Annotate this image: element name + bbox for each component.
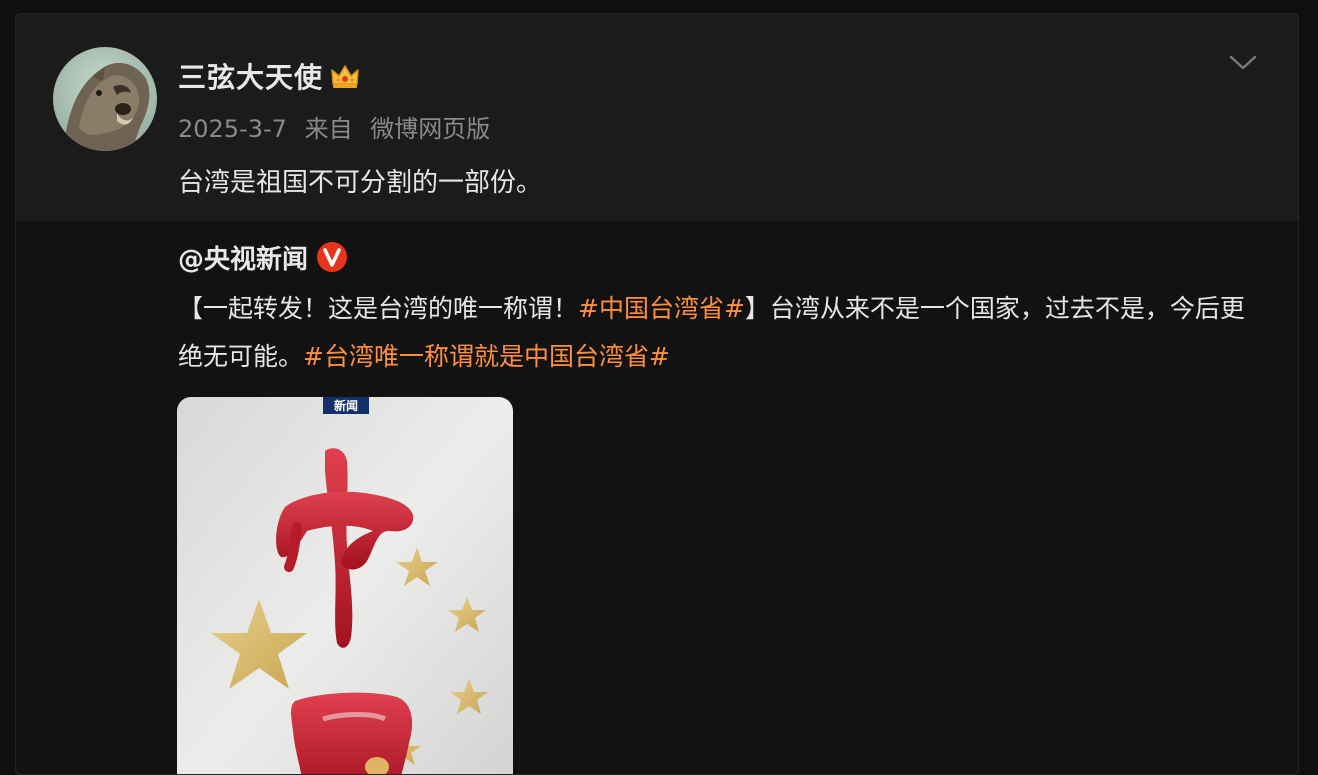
username[interactable]: 三弦大天使 <box>178 56 323 96</box>
chevron-down-icon[interactable] <box>1228 50 1258 74</box>
source-prefix: 来自 <box>304 115 353 143</box>
repost-container[interactable]: @央视新闻 【一起转发！这是台湾的唯一称谓！#中国台湾省#】台湾从来不是一个国家… <box>16 221 1298 774</box>
hashtag-link[interactable]: #中国台湾省# <box>578 294 745 323</box>
weibo-post-card: 三弦大天使 2025-3-7 来自 微博网页版 台湾是祖国不可分割的一部份。 @… <box>15 13 1299 775</box>
crown-icon[interactable] <box>329 60 361 92</box>
repost-author-row: @央视新闻 <box>178 237 348 277</box>
avatar[interactable] <box>53 47 157 151</box>
post-meta: 2025-3-7 来自 微博网页版 <box>178 109 490 144</box>
post-text: 台湾是祖国不可分割的一部份。 <box>178 168 543 198</box>
verified-v-icon <box>317 242 348 272</box>
repost-author[interactable]: @央视新闻 <box>178 239 308 276</box>
hashtag-link[interactable]: #台湾唯一称谓就是中国台湾省# <box>303 342 670 371</box>
repost-text-part1: 【一起转发！这是台湾的唯一称谓！ <box>178 294 579 323</box>
username-row: 三弦大天使 <box>178 54 361 98</box>
repost-text: 【一起转发！这是台湾的唯一称谓！#中国台湾省#】台湾从来不是一个国家，过去不是，… <box>178 285 1248 381</box>
poster-tag: 新闻 <box>334 398 358 413</box>
post-source: 微博网页版 <box>370 115 491 143</box>
china-calligraphy-poster: 新闻 <box>177 397 513 774</box>
repost-image[interactable]: 新闻 <box>177 397 513 774</box>
post-date[interactable]: 2025-3-7 <box>178 115 287 143</box>
avatar-cat-image <box>53 47 157 151</box>
